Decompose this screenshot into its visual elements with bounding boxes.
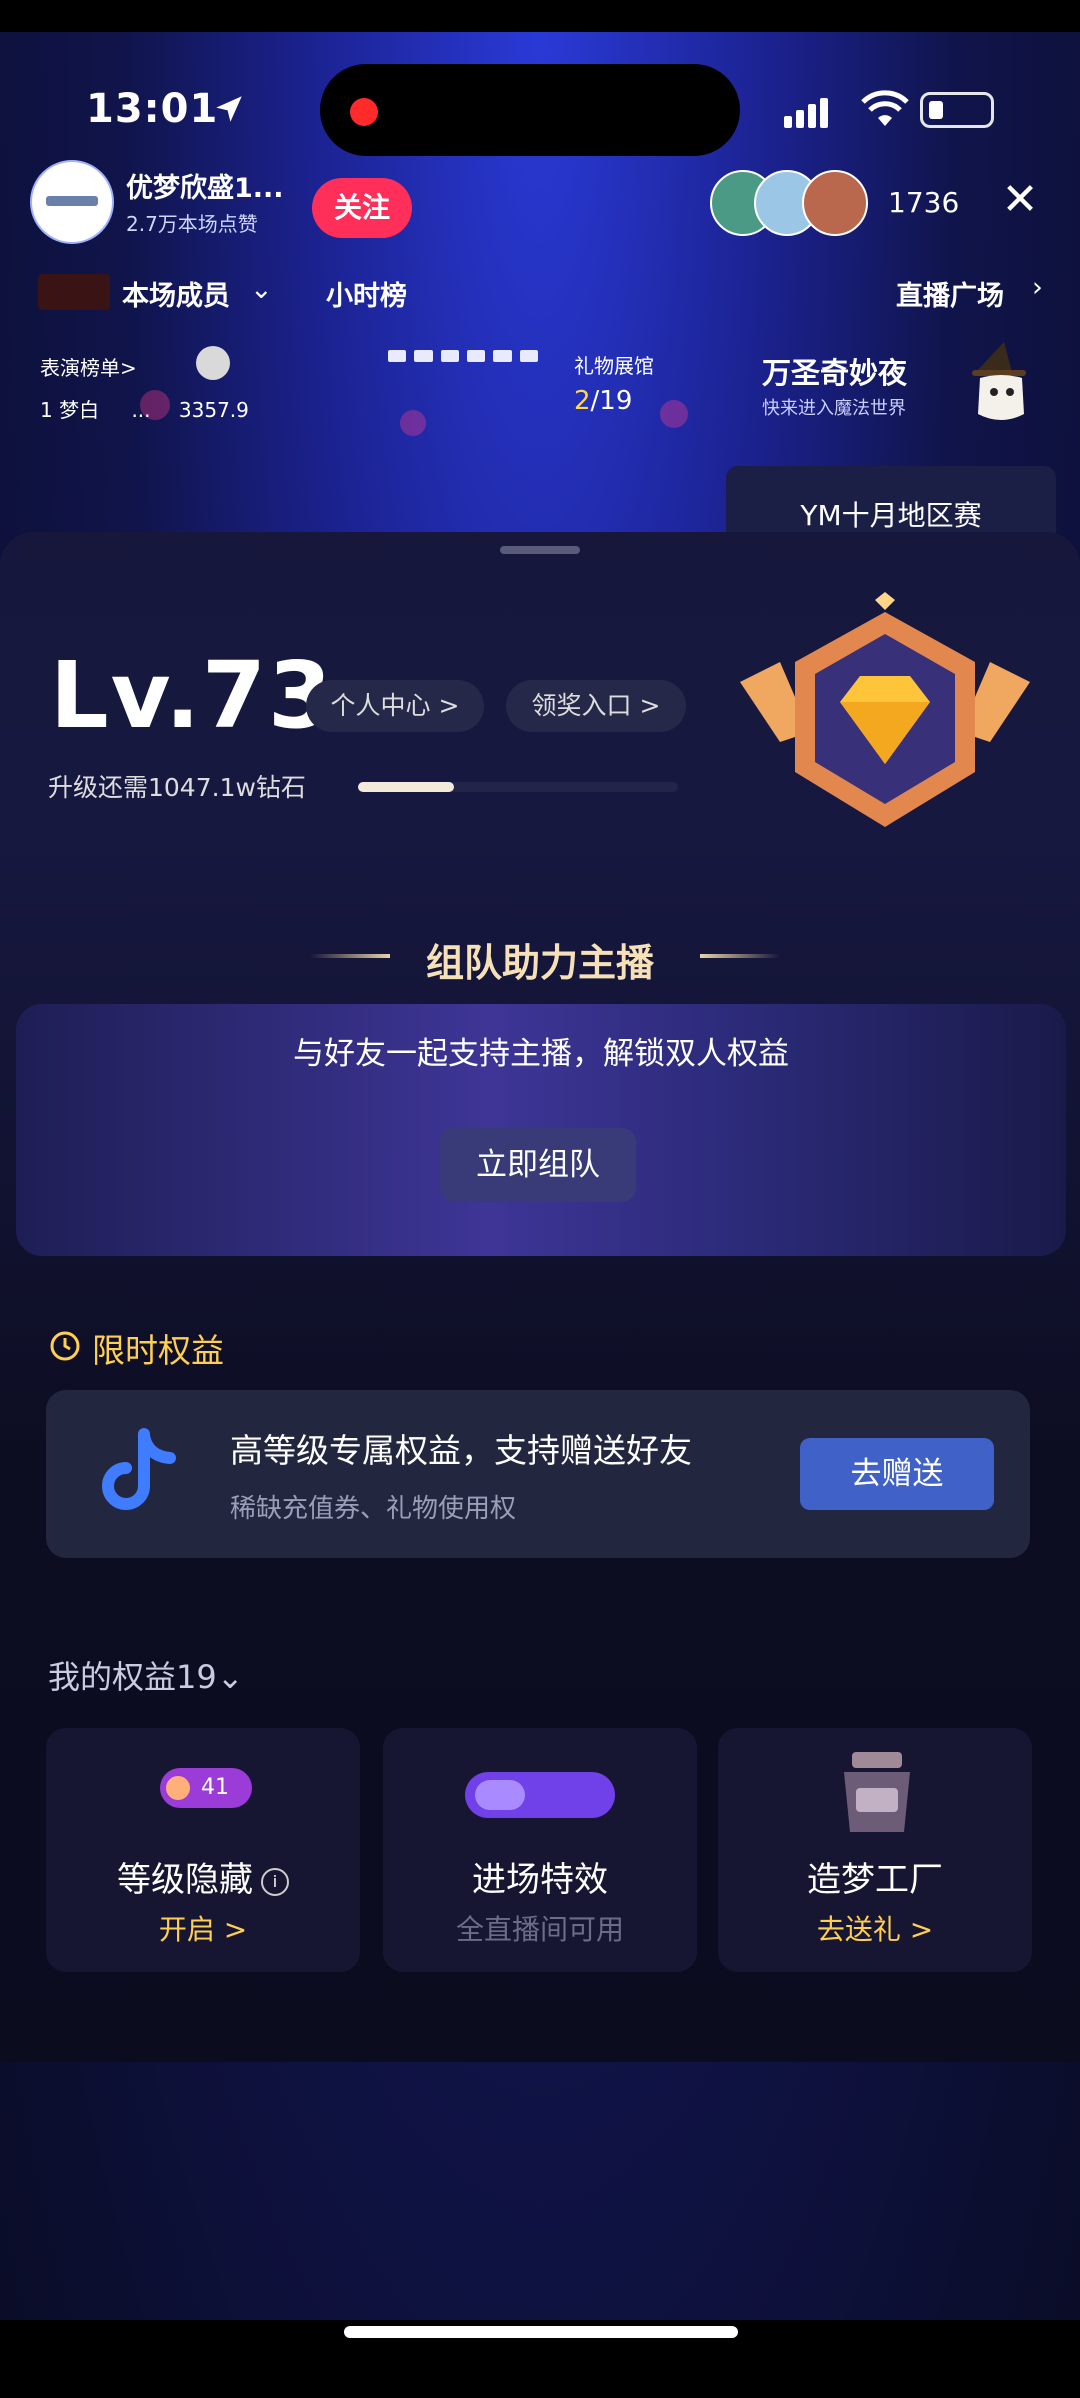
- follow-button[interactable]: 关注: [312, 178, 412, 238]
- my-benefits-title[interactable]: 我的权益19⌄: [48, 1652, 244, 1698]
- chevron-down-icon[interactable]: ⌄: [250, 274, 273, 305]
- claim-reward-button[interactable]: 领奖入口 >: [506, 680, 686, 732]
- upgrade-progress-bar: [358, 782, 678, 792]
- viewer-avatars[interactable]: [710, 170, 870, 236]
- rank-user-avatar: [196, 346, 230, 380]
- members-tab[interactable]: 本场成员: [122, 274, 230, 313]
- benefit-label: 造梦工厂: [807, 1860, 943, 1900]
- gift-hall-progress[interactable]: 2/19: [574, 386, 632, 416]
- gift-send-button[interactable]: 去赠送: [800, 1438, 994, 1510]
- douyin-logo-icon: [102, 1428, 176, 1510]
- benefit-subtitle: 稀缺充值券、礼物使用权: [230, 1494, 517, 1524]
- entry-effect-icon: [465, 1772, 615, 1818]
- benefit-card-entry-effect[interactable]: 进场特效 全直播间可用: [383, 1728, 697, 1972]
- live-square-link[interactable]: 直播广场: [896, 274, 1004, 313]
- diamond-level-badge-icon: [740, 592, 1030, 827]
- anchor-likes: 2.7万本场点赞: [126, 212, 258, 236]
- team-up-card: 与好友一起支持主播，解锁双人权益 立即组队: [16, 1004, 1066, 1256]
- recording-dot-icon: [350, 98, 378, 126]
- alarm-clock-icon: [50, 1331, 80, 1361]
- rank-entry[interactable]: 1 梦白 ... 3357.9: [40, 394, 249, 423]
- level-label: Lv.73: [50, 642, 335, 749]
- home-indicator[interactable]: [344, 2326, 738, 2338]
- benefit-note: 全直播间可用: [455, 1913, 624, 1946]
- viewer-count[interactable]: 1736: [888, 186, 959, 219]
- benefit-action[interactable]: 开启 >: [46, 1908, 360, 1948]
- upgrade-progress-fill: [358, 782, 454, 792]
- chevron-right-icon[interactable]: ›: [1032, 272, 1043, 303]
- viewer-avatar[interactable]: [802, 170, 868, 236]
- fan-level-panel: Lv.73 个人中心 > 领奖入口 > 升级还需1047.1w钻石 组队助力主播…: [0, 532, 1080, 2062]
- personal-center-button[interactable]: 个人中心 >: [306, 680, 484, 732]
- gift-hall-label[interactable]: 礼物展馆: [574, 350, 654, 379]
- benefit-card-dream-factory[interactable]: 造梦工厂 去送礼 >: [718, 1728, 1032, 1972]
- benefit-title: 高等级专属权益，支持赠送好友: [230, 1431, 692, 1470]
- anchor-avatar[interactable]: [30, 160, 114, 244]
- signal-bars-icon: [784, 98, 828, 128]
- status-bar: 13:01: [0, 60, 1080, 160]
- benefit-label: 进场特效: [472, 1860, 608, 1900]
- upgrade-requirement: 升级还需1047.1w钻石: [48, 773, 306, 802]
- team-up-button[interactable]: 立即组队: [440, 1128, 636, 1202]
- event-subtitle[interactable]: 快来进入魔法世界: [762, 394, 906, 420]
- wifi-icon: [861, 90, 909, 126]
- team-section-title: 组队助力主播: [425, 941, 654, 985]
- hour-rank-tab[interactable]: 小时榜: [326, 274, 407, 313]
- location-arrow-icon: [216, 96, 242, 122]
- limited-benefit-card[interactable]: 高等级专属权益，支持赠送好友 稀缺充值券、礼物使用权 去赠送: [46, 1390, 1030, 1558]
- top-frame: [0, 0, 1080, 32]
- dream-factory-icon: [844, 1752, 910, 1832]
- dynamic-island: [320, 64, 740, 156]
- live-nav-row: 本场成员 ⌄ 小时榜 直播广场 ›: [0, 268, 1080, 316]
- performance-rank-link[interactable]: 表演榜单>: [40, 352, 137, 381]
- team-description: 与好友一起支持主播，解锁双人权益: [293, 1036, 789, 1072]
- level-badge: 41: [160, 1768, 252, 1808]
- info-ticker: 表演榜单> 1 梦白 ... 3357.9 礼物展馆 2/19 万圣奇妙夜 快来…: [0, 340, 1080, 430]
- drag-handle[interactable]: [500, 546, 580, 554]
- member-thumbnails[interactable]: [38, 274, 110, 310]
- limited-benefits-title: 限时权益: [92, 1331, 224, 1370]
- gem-icon: [166, 1776, 190, 1800]
- close-icon[interactable]: ✕: [1000, 178, 1040, 222]
- wizard-ghost-icon[interactable]: [966, 342, 1036, 424]
- info-icon[interactable]: i: [261, 1867, 289, 1896]
- event-title[interactable]: 万圣奇妙夜: [762, 350, 907, 392]
- benefit-label: 等级隐藏 i: [46, 1852, 360, 1901]
- scrolling-banner-dots: [388, 350, 538, 364]
- benefit-action[interactable]: 去送礼 >: [718, 1908, 1032, 1948]
- live-room-screen: 13:01 优梦欣盛1... 2.7万本场点赞 关注 1736 ✕ 本场成员 ⌄…: [0, 0, 1080, 2398]
- benefit-card-level-hide[interactable]: 41 等级隐藏 i 开启 >: [46, 1728, 360, 1972]
- battery-icon: [920, 92, 994, 128]
- anchor-name: 优梦欣盛1...: [126, 173, 284, 204]
- clock-time: 13:01: [86, 86, 219, 132]
